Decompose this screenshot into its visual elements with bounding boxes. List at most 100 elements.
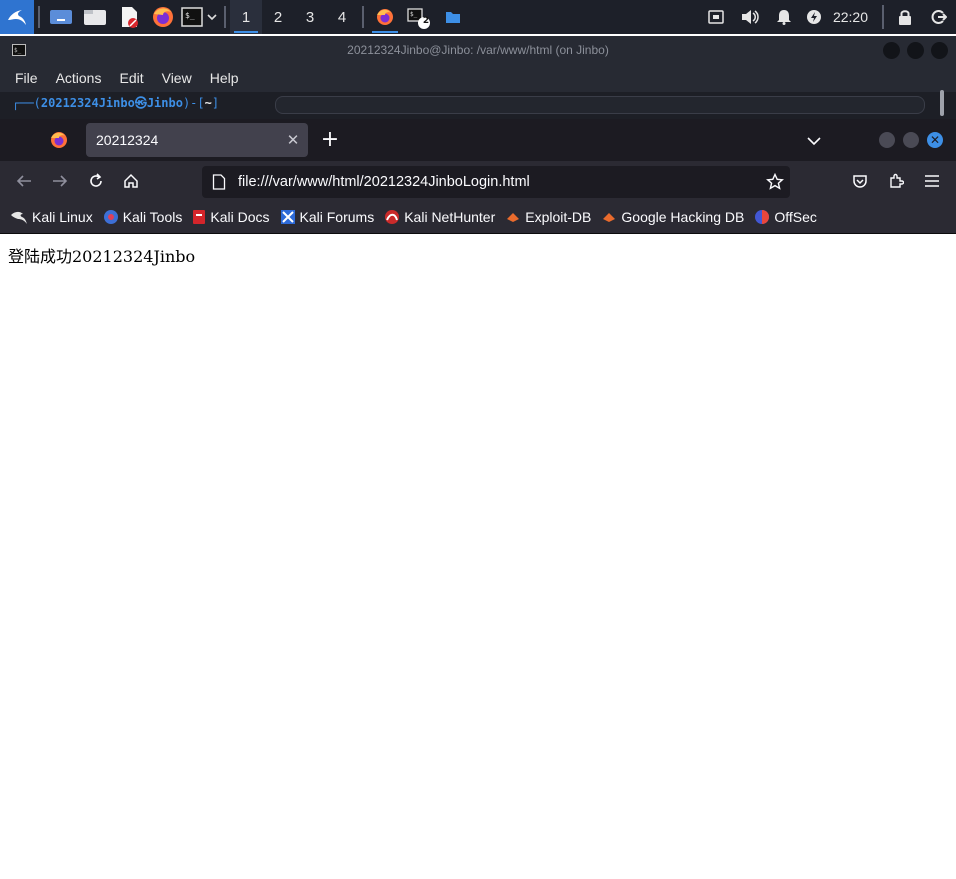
kali-docs-icon xyxy=(193,210,206,224)
kali-tools-icon xyxy=(103,210,118,224)
arrow-right-icon xyxy=(53,175,68,187)
forward-button[interactable] xyxy=(48,169,72,193)
terminal-title: 20212324Jinbo@Jinbo: /var/www/html (on J… xyxy=(347,43,609,57)
hamburger-menu-icon xyxy=(925,175,939,187)
text-editor-icon[interactable] xyxy=(112,0,146,34)
svg-text:$_: $_ xyxy=(14,47,22,54)
terminal-close-button[interactable] xyxy=(931,42,948,59)
list-all-tabs-button[interactable] xyxy=(800,131,828,151)
terminal-overlay-bar xyxy=(275,96,925,114)
nethunter-icon xyxy=(385,210,400,224)
panel-separator xyxy=(224,6,226,28)
tab-active[interactable]: 20212324 ✕ xyxy=(86,123,308,157)
prompt-end: ] xyxy=(211,96,220,110)
bookmark-kali-forums[interactable]: Kali Forums xyxy=(280,209,374,225)
bookmark-exploit-db[interactable]: Exploit-DB xyxy=(505,209,591,225)
chevron-down-icon[interactable] xyxy=(204,0,220,34)
workspace-2[interactable]: 2 xyxy=(262,0,294,34)
bookmark-kali-tools[interactable]: Kali Tools xyxy=(103,209,182,225)
kali-forums-icon xyxy=(280,210,295,224)
home-icon xyxy=(124,173,138,188)
app-menu-button[interactable] xyxy=(920,169,944,193)
panel-separator xyxy=(362,6,364,28)
terminal-output[interactable]: ┌──(20212324Jinbo㉿Jinbo)-[~] xyxy=(0,92,956,120)
file-manager-icon[interactable] xyxy=(78,0,112,34)
taskbar-folder[interactable] xyxy=(436,0,470,34)
chevron-down-icon xyxy=(807,137,821,146)
terminal-menu-help[interactable]: Help xyxy=(201,70,248,86)
reload-button[interactable] xyxy=(84,169,108,193)
terminal-menubar: File Actions Edit View Help xyxy=(0,64,956,92)
taskbar-firefox[interactable] xyxy=(368,0,402,34)
terminal-launcher-icon[interactable]: $_ xyxy=(180,0,204,34)
firefox-window: 20212324 ✕ + ✕ file:///var/www/html/2021… xyxy=(0,119,956,879)
page-content: 登陆成功20212324Jinbo xyxy=(0,234,956,276)
prompt-mid: )-[ xyxy=(182,96,205,110)
window-maximize-button[interactable] xyxy=(903,132,919,148)
reload-icon xyxy=(90,173,102,187)
bookmark-kali-linux[interactable]: Kali Linux xyxy=(10,209,93,225)
window-close-button[interactable]: ✕ xyxy=(927,132,943,148)
login-success-message: 登陆成功20212324Jinbo xyxy=(8,247,196,266)
terminal-minimize-button[interactable] xyxy=(883,42,900,59)
volume-icon[interactable] xyxy=(733,0,767,34)
workspace-3[interactable]: 3 xyxy=(294,0,326,34)
new-tab-button[interactable]: + xyxy=(318,127,342,153)
terminal-scrollbar[interactable] xyxy=(940,90,944,116)
panel-separator xyxy=(38,6,40,28)
tab-strip: 20212324 ✕ + ✕ xyxy=(0,119,956,161)
network-icon[interactable] xyxy=(699,0,733,34)
back-button[interactable] xyxy=(12,169,36,193)
extensions-button[interactable] xyxy=(884,169,908,193)
terminal-window-count-badge: 2 xyxy=(422,16,430,26)
arrow-left-icon xyxy=(16,175,31,187)
offsec-icon xyxy=(755,210,770,224)
pocket-button[interactable] xyxy=(848,169,872,193)
bookmark-google-hacking-db[interactable]: Google Hacking DB xyxy=(601,209,744,225)
top-panel: $_ 1 2 3 4 $_ 2 22:20 xyxy=(0,0,956,34)
window-minimize-button[interactable] xyxy=(879,132,895,148)
prompt-user: 20212324Jinbo㉿Jinbo xyxy=(40,96,183,110)
terminal-window: $_ 20212324Jinbo@Jinbo: /var/www/html (o… xyxy=(0,36,956,120)
firefox-launcher-icon[interactable] xyxy=(146,0,180,34)
terminal-menu-view[interactable]: View xyxy=(153,70,201,86)
url-text[interactable]: file:///var/www/html/20212324JinboLogin.… xyxy=(238,174,766,190)
url-bar[interactable]: file:///var/www/html/20212324JinboLogin.… xyxy=(202,166,790,198)
bookmark-offsec[interactable]: OffSec xyxy=(754,209,817,225)
folder-icon xyxy=(446,12,460,23)
power-manager-icon[interactable] xyxy=(801,0,827,34)
bookmarks-toolbar: Kali Linux Kali Tools Kali Docs Kali For… xyxy=(0,201,956,234)
workspace-1[interactable]: 1 xyxy=(230,0,262,34)
firefox-icon xyxy=(51,132,67,148)
home-button[interactable] xyxy=(119,169,143,193)
terminal-titlebar[interactable]: $_ 20212324Jinbo@Jinbo: /var/www/html (o… xyxy=(0,36,956,64)
tab-close-icon[interactable]: ✕ xyxy=(278,131,308,149)
firefox-icon xyxy=(377,9,393,25)
terminal-menu-actions[interactable]: Actions xyxy=(47,70,111,86)
prompt-path: ~ xyxy=(204,96,212,110)
firefox-view-button[interactable] xyxy=(50,131,68,153)
tab-title: 20212324 xyxy=(96,132,159,148)
ghdb-icon xyxy=(603,213,616,222)
bookmark-kali-docs[interactable]: Kali Docs xyxy=(192,209,270,225)
notifications-bell-icon[interactable] xyxy=(767,0,801,34)
terminal-menu-edit[interactable]: Edit xyxy=(110,70,152,86)
system-tray: 22:20 xyxy=(699,0,956,34)
svg-text:$_: $_ xyxy=(410,11,418,18)
logout-icon[interactable] xyxy=(922,0,956,34)
bookmark-star-icon[interactable] xyxy=(766,173,784,191)
terminal-menu-file[interactable]: File xyxy=(6,70,47,86)
lock-screen-icon[interactable] xyxy=(888,0,922,34)
kali-menu-icon[interactable] xyxy=(0,0,34,34)
navigation-toolbar: file:///var/www/html/20212324JinboLogin.… xyxy=(0,161,956,201)
kali-dragon-icon xyxy=(11,211,27,224)
terminal-maximize-button[interactable] xyxy=(907,42,924,59)
taskbar-terminal[interactable]: $_ 2 xyxy=(402,0,436,34)
workspace-4[interactable]: 4 xyxy=(326,0,358,34)
exploit-db-icon xyxy=(507,213,520,222)
terminal-icon: $_ xyxy=(12,44,26,56)
panel-clock[interactable]: 22:20 xyxy=(833,9,868,25)
bookmark-kali-nethunter[interactable]: Kali NetHunter xyxy=(384,209,495,225)
page-icon xyxy=(212,174,226,190)
show-desktop-icon[interactable] xyxy=(44,0,78,34)
